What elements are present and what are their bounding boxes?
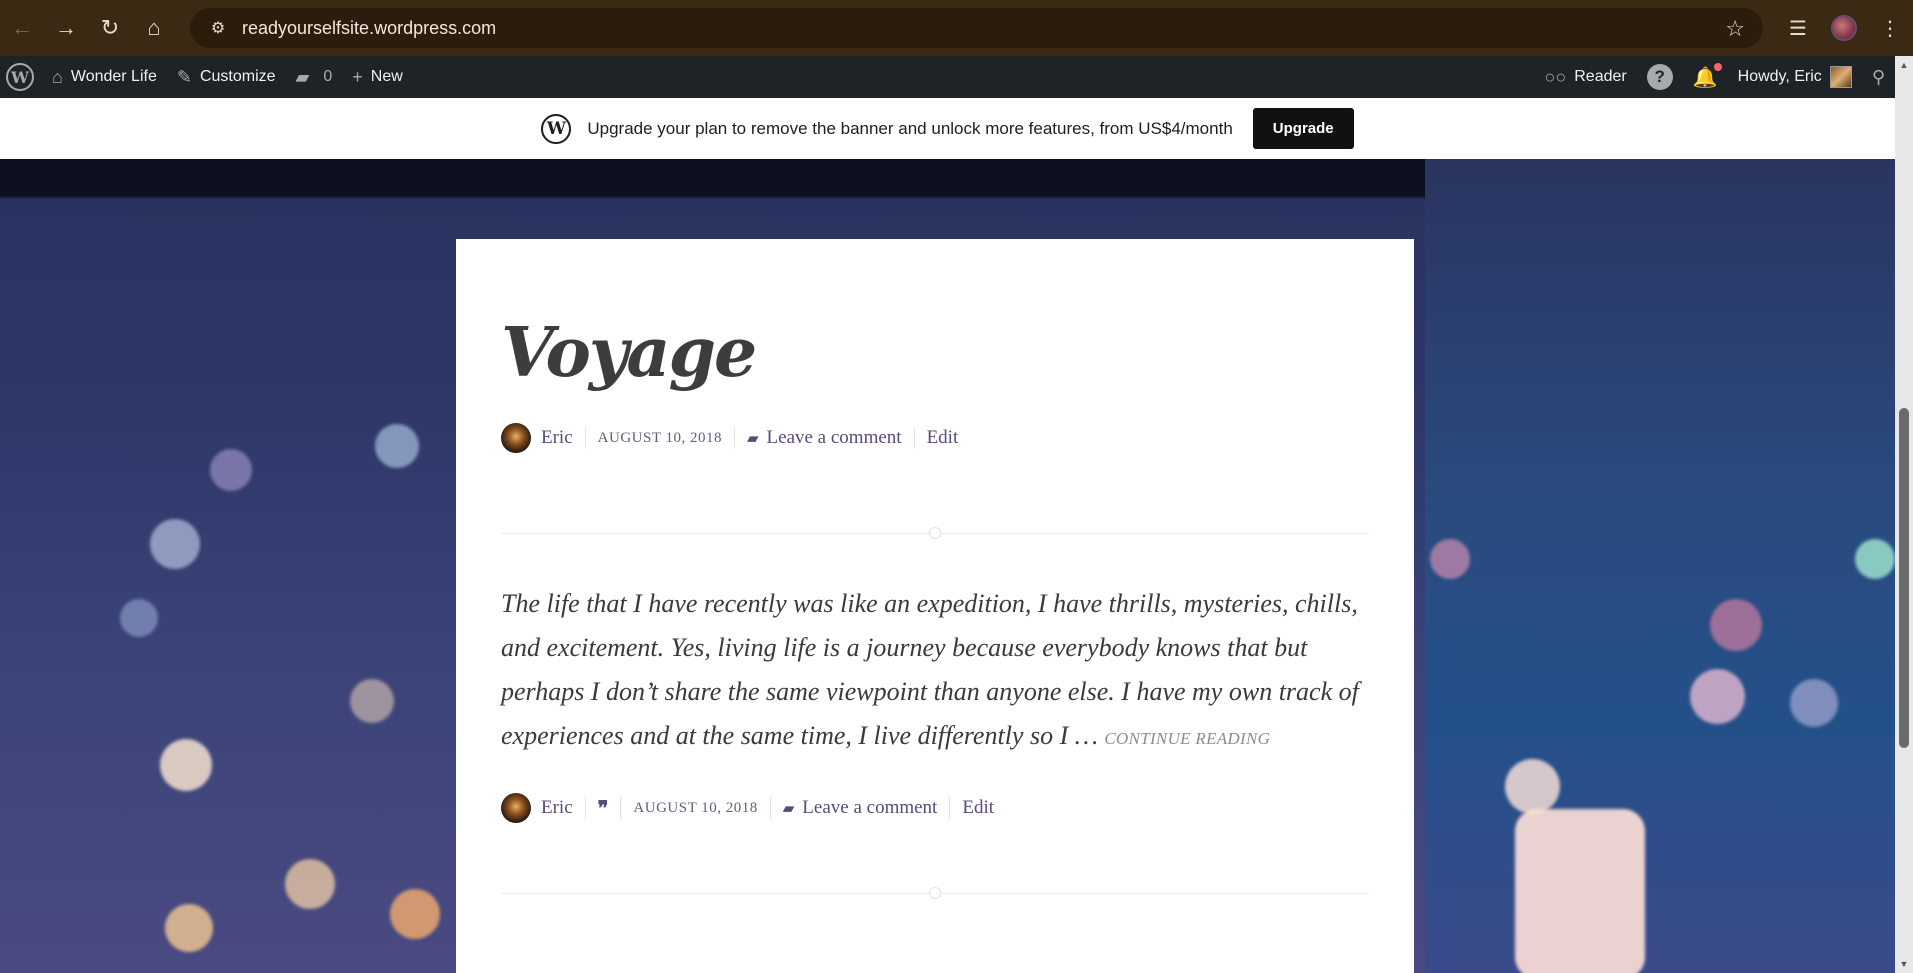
bokeh-light (120, 599, 158, 637)
bokeh-light (1855, 539, 1895, 579)
bokeh-light (285, 859, 335, 909)
bookmark-star-icon[interactable]: ☆ (1725, 16, 1745, 42)
meta-separator (620, 797, 622, 819)
howdy-label: Howdy, Eric (1737, 68, 1822, 85)
bokeh-light (150, 519, 200, 569)
scroll-up-icon[interactable]: ▲ (1895, 58, 1913, 72)
admin-bar-comments[interactable]: ▰ 0 (286, 56, 343, 98)
user-avatar (1829, 66, 1852, 88)
author-link[interactable]: Eric (541, 427, 573, 449)
home-icon[interactable]: ⌂ (132, 6, 176, 50)
back-icon[interactable]: ← (0, 6, 44, 50)
bokeh-light (1690, 669, 1745, 724)
bokeh-light (1430, 539, 1470, 579)
customize-label: Customize (199, 68, 276, 85)
bokeh-light (1515, 809, 1645, 973)
admin-bar-customize[interactable]: ✎ Customize (167, 56, 286, 98)
admin-bar-site-name[interactable]: ⌂ Wonder Life (42, 56, 167, 98)
bokeh-light (375, 424, 419, 468)
wordpress-logo-icon: W (541, 113, 572, 144)
bell-icon: 🔔 (1693, 62, 1722, 90)
admin-bar-account[interactable]: Howdy, Eric (1728, 56, 1862, 98)
meta-separator (769, 797, 771, 819)
background-right-panel (1425, 159, 1895, 973)
post-date[interactable]: AUGUST 10, 2018 (598, 430, 722, 447)
help-icon: ? (1646, 64, 1673, 90)
reading-list-icon[interactable]: ☰ (1775, 5, 1821, 51)
post-meta: Eric AUGUST 10, 2018 ▰ Leave a comment E… (501, 423, 1369, 453)
meta-separator (949, 797, 951, 819)
scrollbar-thumb[interactable] (1899, 408, 1909, 748)
leave-comment-link[interactable]: Leave a comment (802, 797, 937, 819)
url-text[interactable]: readyourselfsite.wordpress.com (242, 18, 496, 39)
bokeh-light (1710, 599, 1762, 651)
post-title[interactable]: Voyage (501, 319, 1369, 387)
quote-format-icon[interactable]: ❞ (598, 796, 609, 820)
home-icon: ⌂ (52, 66, 63, 87)
comment-bubble-icon: ▰ (295, 66, 310, 87)
scroll-down-icon[interactable]: ▼ (1895, 957, 1913, 971)
meta-separator (584, 797, 586, 819)
excerpt-text: The life that I have recently was like a… (501, 589, 1359, 750)
continue-reading-link[interactable]: CONTINUE READING (1104, 729, 1270, 748)
profile-button[interactable] (1821, 5, 1867, 51)
notification-dot (1713, 62, 1722, 71)
brush-icon: ✎ (176, 66, 192, 87)
meta-separator (913, 427, 915, 449)
wp-admin-bar: W ⌂ Wonder Life ✎ Customize ▰ 0 + New ○○… (0, 56, 1895, 98)
meta-separator (584, 427, 586, 449)
forward-icon[interactable]: → (44, 6, 88, 50)
section-divider (501, 533, 1369, 534)
bokeh-light (160, 739, 212, 791)
search-icon: ⚲ (1871, 66, 1885, 87)
post-card: Voyage Eric AUGUST 10, 2018 ▰ Leave a co… (456, 239, 1414, 973)
upgrade-button[interactable]: Upgrade (1252, 108, 1354, 149)
admin-bar-search[interactable]: ⚲ (1862, 56, 1895, 98)
bokeh-light (1790, 679, 1838, 727)
author-link[interactable]: Eric (541, 797, 573, 819)
author-avatar (501, 423, 531, 453)
leave-comment-link[interactable]: Leave a comment (767, 427, 902, 449)
admin-bar-new[interactable]: + New (342, 56, 413, 98)
post-excerpt: The life that I have recently was like a… (501, 582, 1369, 761)
admin-bar-reader[interactable]: ○○ Reader (1535, 56, 1637, 98)
more-menu-icon[interactable]: ⋮ (1867, 5, 1913, 51)
edit-link[interactable]: Edit (962, 797, 994, 819)
wordpress-logo-icon[interactable]: W (6, 63, 34, 91)
bokeh-light (210, 449, 252, 491)
reader-glasses-icon: ○○ (1544, 66, 1567, 87)
bokeh-light (390, 889, 440, 939)
bokeh-light (350, 679, 394, 723)
admin-bar-notifications[interactable]: 🔔 (1683, 56, 1728, 98)
site-name-label: Wonder Life (70, 68, 157, 85)
plus-icon: + (352, 66, 363, 87)
author-avatar (501, 793, 531, 823)
new-label: New (370, 68, 403, 85)
edit-link[interactable]: Edit (927, 427, 959, 449)
profile-avatar (1831, 15, 1857, 41)
page-scrollbar[interactable]: ▲ ▼ (1895, 56, 1913, 973)
reload-icon[interactable]: ↻ (88, 6, 132, 50)
bokeh-light (165, 904, 213, 952)
address-bar[interactable]: ⚙ readyourselfsite.wordpress.com ☆ (190, 8, 1763, 48)
comment-bubble-icon: ▰ (782, 800, 795, 817)
meta-separator (733, 427, 735, 449)
comment-bubble-icon: ▰ (746, 430, 759, 447)
section-divider (501, 893, 1369, 894)
comments-count: 0 (323, 68, 333, 85)
site-info-icon[interactable]: ⚙ (198, 8, 238, 48)
post-date[interactable]: AUGUST 10, 2018 (633, 800, 757, 817)
admin-bar-help[interactable]: ? (1637, 56, 1683, 98)
upgrade-banner: W Upgrade your plan to remove the banner… (0, 98, 1895, 159)
bokeh-light (1505, 759, 1560, 814)
banner-text: Upgrade your plan to remove the banner a… (587, 118, 1233, 138)
browser-toolbar: ← → ↻ ⌂ ⚙ readyourselfsite.wordpress.com… (0, 0, 1913, 56)
post-footer-meta: Eric ❞ AUGUST 10, 2018 ▰ Leave a comment… (501, 793, 1369, 823)
reader-label: Reader (1574, 68, 1627, 85)
